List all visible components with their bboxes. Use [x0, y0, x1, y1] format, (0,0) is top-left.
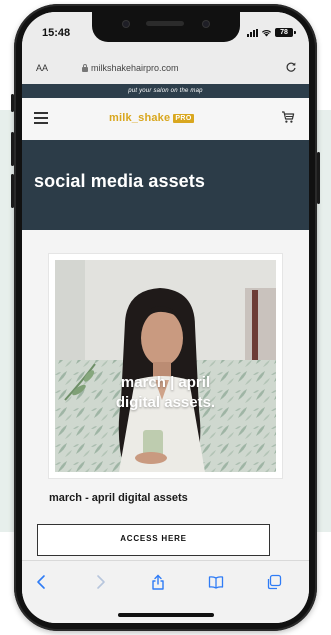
status-bar: 15:48 78: [22, 12, 309, 54]
text-size-button[interactable]: AA: [36, 63, 48, 73]
status-time: 15:48: [42, 27, 71, 39]
overlay-line-1: march | april: [120, 374, 211, 391]
tabs-icon[interactable]: [266, 574, 282, 590]
notch: [92, 12, 240, 42]
signal-icon: [247, 28, 258, 37]
menu-icon[interactable]: [34, 112, 48, 124]
promo-banner: put your salon on the map: [22, 84, 309, 98]
home-indicator[interactable]: [118, 613, 214, 617]
speaker-grille: [146, 21, 184, 26]
back-icon[interactable]: [34, 574, 50, 590]
phone-screen: 15:48 78 AA milkshakehairpro.com put you…: [22, 12, 309, 623]
sensor-dot: [122, 20, 130, 28]
share-icon[interactable]: [150, 574, 166, 590]
volume-up-button: [11, 132, 14, 166]
url-text: milkshakehairpro.com: [91, 63, 179, 73]
forward-icon[interactable]: [92, 574, 108, 590]
access-here-button[interactable]: ACCESS HERE: [37, 524, 270, 556]
promo-photo: march | april digital assets.: [55, 260, 276, 472]
photo-illustration: [55, 260, 276, 472]
bookmarks-icon[interactable]: [208, 574, 224, 590]
overlay-line-2: digital assets.: [115, 394, 216, 411]
browser-toolbar: [22, 560, 309, 623]
front-camera: [202, 20, 210, 28]
page-hero: social media assets: [22, 140, 309, 230]
power-button: [317, 152, 320, 204]
page-title: social media assets: [34, 171, 206, 191]
logo-text: milk_shake: [109, 112, 171, 124]
url-field[interactable]: milkshakehairpro.com: [82, 63, 179, 73]
wifi-icon: [262, 30, 271, 37]
cart-icon[interactable]: [281, 110, 295, 124]
main-content: march | april digital assets. march - ap…: [22, 230, 309, 560]
card-title[interactable]: march - april digital assets: [49, 492, 188, 504]
silent-switch: [11, 94, 14, 112]
logo-badge: PRO: [173, 113, 194, 123]
address-bar[interactable]: AA milkshakehairpro.com: [22, 54, 309, 84]
site-header: milk_shake PRO: [22, 98, 309, 140]
lock-icon: [82, 63, 88, 72]
asset-card: march | april digital assets. march - ap…: [34, 254, 297, 554]
reload-icon[interactable]: [285, 61, 297, 73]
asset-card-image[interactable]: march | april digital assets.: [49, 254, 282, 478]
volume-down-button: [11, 174, 14, 208]
site-logo[interactable]: milk_shake PRO: [109, 112, 194, 124]
battery-icon: 78: [275, 28, 296, 37]
status-icons: 78: [247, 28, 296, 37]
